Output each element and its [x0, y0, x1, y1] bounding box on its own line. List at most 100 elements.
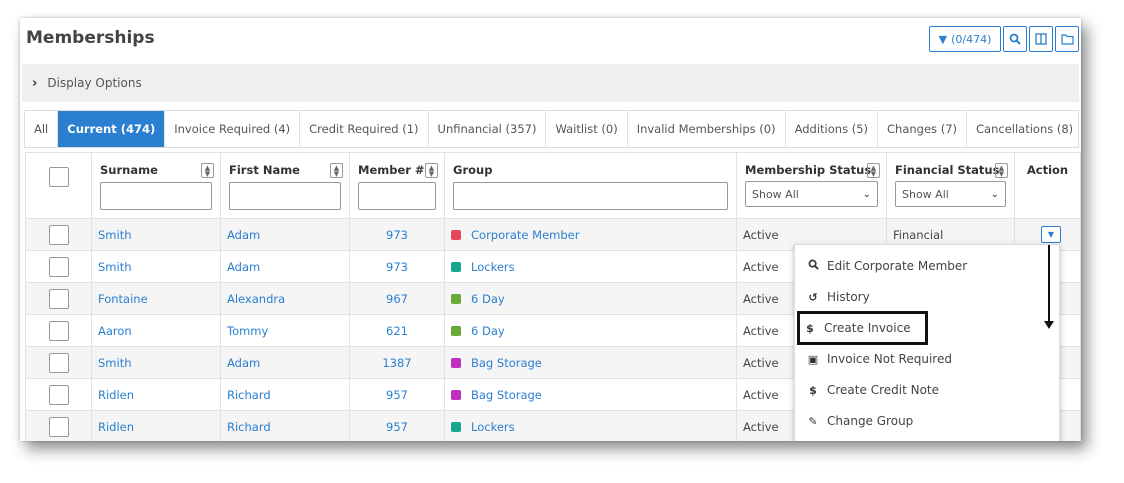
group-link[interactable]: 6 Day	[471, 324, 505, 338]
col-first-name: First Name ▲ ▼	[220, 152, 350, 219]
row-checkbox[interactable]	[48, 384, 69, 405]
menu-item-invoice-not-required[interactable]: ▣ Invoice Not Required	[807, 348, 952, 370]
col-member-number-label: Member #	[358, 163, 425, 177]
tab-current[interactable]: Current (474)	[58, 111, 166, 147]
chevron-down-icon: ⌄	[862, 188, 871, 200]
group-cell: Lockers	[444, 410, 737, 441]
menu-item-edit-corporate-member[interactable]: Edit Corporate Member	[807, 255, 967, 277]
first-name-cell[interactable]: Alexandra	[220, 282, 350, 315]
tab-additions[interactable]: Additions (5)	[786, 111, 879, 147]
surname-cell[interactable]: Ridlen	[91, 378, 221, 411]
member-number-cell[interactable]: 973	[349, 250, 445, 283]
banknote-icon: ▣	[807, 352, 819, 366]
member-number-cell[interactable]: 621	[349, 314, 445, 347]
surname-cell[interactable]: Ridlen	[91, 410, 221, 441]
row-checkbox[interactable]	[48, 256, 69, 277]
memberships-window: Memberships ▼ (0/474) › Display Options …	[20, 18, 1081, 441]
group-link[interactable]: Lockers	[471, 260, 515, 274]
tab-changes[interactable]: Changes (7)	[878, 111, 967, 147]
tab-invoice-required[interactable]: Invoice Required (4)	[165, 111, 301, 147]
columns-button[interactable]	[1029, 26, 1053, 52]
member-number-cell[interactable]: 973	[349, 218, 445, 251]
member-number-cell[interactable]: 957	[349, 378, 445, 411]
group-link[interactable]: Bag Storage	[471, 356, 542, 370]
row-select-cell	[25, 378, 92, 411]
col-surname: Surname ▲ ▼	[91, 152, 221, 219]
menu-item-label: Create Credit Note	[827, 383, 939, 397]
sort-icon[interactable]: ▲ ▼	[201, 163, 214, 178]
sort-icon[interactable]: ▲ ▼	[330, 163, 343, 178]
folder-button[interactable]	[1055, 26, 1079, 52]
dollar-icon: $	[809, 383, 817, 397]
surname-cell[interactable]: Smith	[91, 250, 221, 283]
first-name-cell[interactable]: Richard	[220, 378, 350, 411]
group-link[interactable]: Corporate Member	[471, 228, 579, 242]
tab-cancellations[interactable]: Cancellations (8)	[967, 111, 1081, 147]
surname-cell[interactable]: Smith	[91, 346, 221, 379]
tab-waitlist[interactable]: Waitlist (0)	[546, 111, 628, 147]
group-cell: Corporate Member	[444, 218, 737, 251]
group-filter-input[interactable]	[453, 182, 728, 210]
first-name-cell[interactable]: Adam	[220, 218, 350, 251]
group-color-swatch	[451, 229, 461, 240]
menu-item-create-credit-note[interactable]: $ Create Credit Note	[807, 379, 939, 401]
select-all-cell	[25, 152, 92, 219]
sort-icon[interactable]: ▲ ▼	[867, 163, 880, 178]
caret-down-icon: ▼	[938, 32, 948, 46]
select-all-checkbox[interactable]	[48, 167, 69, 187]
col-action-label: Action	[1026, 163, 1069, 177]
annotation-arrow-head	[1044, 321, 1054, 329]
first-name-cell[interactable]: Adam	[220, 250, 350, 283]
group-link[interactable]: Bag Storage	[471, 388, 542, 402]
tab-invalid-memberships[interactable]: Invalid Memberships (0)	[628, 111, 786, 147]
row-select-cell	[25, 314, 92, 347]
group-link[interactable]: 6 Day	[471, 292, 505, 306]
menu-item-change-group[interactable]: ✎ Change Group	[807, 410, 913, 432]
menu-item-label: Change Group	[827, 414, 914, 428]
financial-status-select[interactable]: Show All ⌄	[895, 181, 1006, 207]
row-checkbox[interactable]	[48, 416, 69, 437]
first-name-cell[interactable]: Tommy	[220, 314, 350, 347]
member-number-cell[interactable]: 1387	[349, 346, 445, 379]
selection-count-label: (0/474)	[951, 32, 992, 46]
chevron-right-icon: ›	[32, 75, 38, 91]
tab-credit-required[interactable]: Credit Required (1)	[300, 111, 429, 147]
row-checkbox[interactable]	[48, 288, 69, 309]
row-select-cell	[25, 410, 92, 441]
row-checkbox[interactable]	[48, 224, 69, 245]
first-name-cell[interactable]: Richard	[220, 410, 350, 441]
tab-all[interactable]: All	[25, 111, 59, 147]
search-button[interactable]	[1003, 26, 1027, 52]
menu-item-create-invoice[interactable]: $ Create Invoice	[797, 311, 928, 345]
member-number-filter-input[interactable]	[358, 182, 436, 210]
member-number-cell[interactable]: 957	[349, 410, 445, 441]
col-membership-status-label: Membership Status	[745, 163, 872, 177]
group-color-swatch	[451, 357, 461, 368]
menu-item-label: Edit Corporate Member	[827, 259, 968, 273]
surname-cell[interactable]: Smith	[91, 218, 221, 251]
menu-item-label: History	[827, 290, 870, 304]
sort-icon[interactable]: ▲ ▼	[995, 163, 1008, 178]
surname-filter-input[interactable]	[100, 182, 212, 210]
sort-icon[interactable]: ▲ ▼	[425, 163, 438, 178]
col-surname-label: Surname	[100, 163, 158, 177]
group-link[interactable]: Lockers	[471, 420, 515, 434]
search-icon	[807, 259, 819, 273]
action-dropdown-button[interactable]: ▼	[1041, 226, 1061, 243]
annotation-arrow-line	[1048, 245, 1050, 323]
tab-unfinancial[interactable]: Unfinancial (357)	[429, 111, 547, 147]
display-options-toggle[interactable]: › Display Options	[22, 64, 1079, 102]
row-checkbox[interactable]	[48, 352, 69, 373]
surname-cell[interactable]: Fontaine	[91, 282, 221, 315]
first-name-cell[interactable]: Adam	[220, 346, 350, 379]
member-number-cell[interactable]: 967	[349, 282, 445, 315]
menu-item-history[interactable]: ↺ History	[807, 286, 870, 308]
row-select-cell	[25, 346, 92, 379]
row-checkbox[interactable]	[48, 320, 69, 341]
first-name-filter-input[interactable]	[229, 182, 341, 210]
selection-count-button[interactable]: ▼ (0/474)	[929, 26, 1001, 52]
menu-item-label: Create Invoice	[824, 321, 911, 335]
membership-status-select[interactable]: Show All ⌄	[745, 181, 878, 207]
surname-cell[interactable]: Aaron	[91, 314, 221, 347]
select-value: Show All	[902, 187, 949, 201]
